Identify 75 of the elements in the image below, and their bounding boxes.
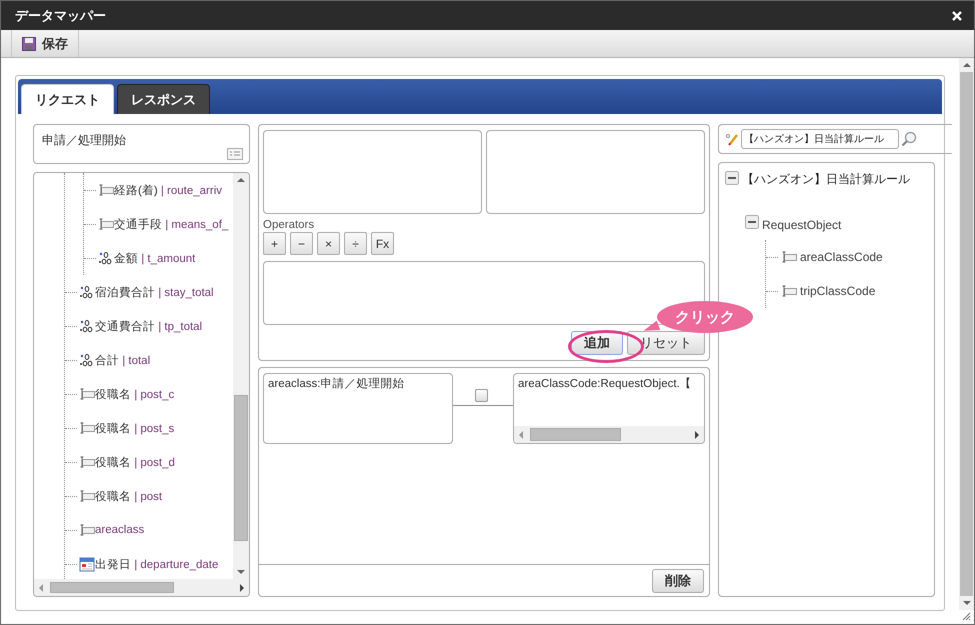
operand-box[interactable] <box>486 130 705 214</box>
list-icon[interactable] <box>227 148 243 160</box>
collapse-icon[interactable] <box>725 170 739 188</box>
tree-item[interactable]: 経路(着) | route_arriv <box>114 182 222 198</box>
operator-button[interactable]: ÷ <box>344 232 367 255</box>
tree-item[interactable]: 交通費合計 | tp_total <box>95 318 202 334</box>
text-field-icon <box>79 388 95 400</box>
arrow-left-icon[interactable] <box>519 430 523 438</box>
arrow-up-icon[interactable] <box>237 178 245 182</box>
tree-item[interactable]: 役職名 | post <box>95 488 162 504</box>
save-button[interactable]: 保存 <box>11 30 79 57</box>
page-scrollbar[interactable] <box>959 58 974 610</box>
operator-button[interactable]: + <box>263 232 286 255</box>
text-field-icon <box>79 456 95 468</box>
expression-field[interactable] <box>263 261 705 325</box>
text-field-icon <box>79 422 95 434</box>
text-field-icon <box>98 218 114 230</box>
number-icon <box>79 319 95 333</box>
mapping-target[interactable]: areaClassCode:RequestObject.【 <box>513 373 705 444</box>
resize-grip-icon[interactable] <box>961 611 971 621</box>
delete-button[interactable]: 削除 <box>652 568 704 592</box>
scroll-thumb[interactable] <box>960 72 973 596</box>
scroll-thumb[interactable] <box>234 394 248 541</box>
search-field[interactable]: 【ハンズオン】日当計算ルール <box>741 129 899 149</box>
checkbox[interactable] <box>475 389 488 402</box>
source-title: 申請／処理開始 <box>42 133 126 147</box>
scroll-thumb[interactable] <box>50 582 174 593</box>
window-title: データマッパー <box>15 6 106 24</box>
callout-text: クリック <box>675 308 735 326</box>
search-icon[interactable] <box>901 131 917 147</box>
tree-item[interactable]: 金額 | t_amount <box>114 250 196 266</box>
tree-item[interactable]: 出発日 | departure_date <box>95 556 218 572</box>
arrow-right-icon[interactable] <box>695 430 699 438</box>
tree-item[interactable]: 宿泊費合計 | stay_total <box>95 284 214 300</box>
vertical-scrollbar[interactable] <box>233 173 249 579</box>
scroll-thumb[interactable] <box>530 428 622 441</box>
mapping-source[interactable]: areaclass:申請／処理開始 <box>263 373 453 444</box>
text-field-icon <box>79 524 95 536</box>
arrow-down-icon[interactable] <box>237 570 245 574</box>
tab[interactable]: レスポンス <box>117 84 210 114</box>
horizontal-scrollbar[interactable] <box>514 426 704 443</box>
operator-button[interactable]: × <box>317 232 340 255</box>
collapse-icon[interactable] <box>745 215 759 232</box>
tree-item[interactable]: 役職名 | post_s <box>95 420 174 436</box>
tree-item[interactable]: 合計 | total <box>95 352 150 368</box>
text-field-icon <box>781 251 797 263</box>
operator-button[interactable]: Fx <box>371 232 394 255</box>
tree-item[interactable]: areaclass <box>95 524 144 536</box>
horizontal-scrollbar[interactable] <box>34 579 249 596</box>
tree-item[interactable]: tripClassCode <box>800 284 876 298</box>
reset-button[interactable]: リセット <box>627 331 705 355</box>
arrow-down-icon[interactable] <box>962 601 970 605</box>
tree-item[interactable]: 【ハンズオン】日当計算ルール <box>742 170 910 188</box>
operator-button[interactable]: − <box>290 232 313 255</box>
tab[interactable]: リクエスト <box>21 84 114 114</box>
arrow-up-icon[interactable] <box>962 63 970 67</box>
text-field-icon <box>79 490 95 502</box>
connector-line <box>453 405 513 406</box>
number-icon <box>98 251 114 265</box>
text-field-icon <box>98 184 114 196</box>
calendar-icon <box>79 556 95 572</box>
close-icon[interactable] <box>952 10 962 20</box>
number-icon <box>79 285 95 299</box>
tree-item[interactable]: RequestObject <box>762 218 842 232</box>
pencil-icon[interactable] <box>725 132 739 146</box>
number-icon <box>79 353 95 367</box>
operators-label: Operators <box>263 219 316 231</box>
arrow-right-icon[interactable] <box>240 584 244 592</box>
tree-item[interactable]: areaClassCode <box>800 250 883 264</box>
operand-box[interactable] <box>263 130 482 214</box>
tree-item[interactable]: 交通手段 | means_of_ <box>114 216 228 232</box>
tree-item[interactable]: 役職名 | post_d <box>95 454 175 470</box>
tree-item[interactable]: 役職名 | post_c <box>95 386 174 402</box>
arrow-left-icon[interactable] <box>39 584 43 592</box>
text-field-icon <box>781 285 797 297</box>
